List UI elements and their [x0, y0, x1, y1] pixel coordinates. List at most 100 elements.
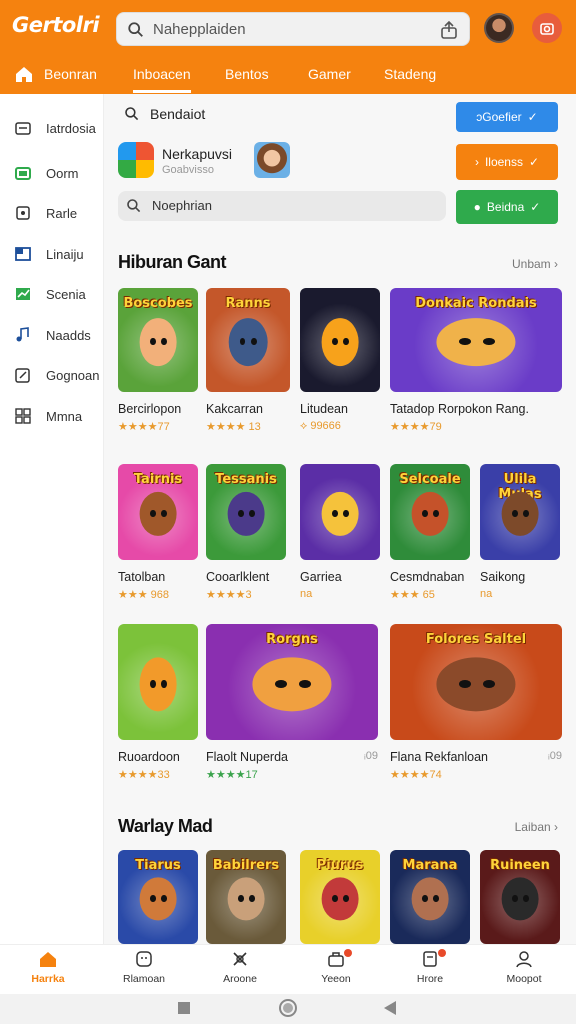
green-action-button[interactable]: ● Beidna ✓ [456, 190, 558, 224]
window-icon [15, 247, 31, 261]
secondary-search-input[interactable]: Noephrian [118, 191, 446, 221]
game-title: Litudean [300, 402, 348, 416]
game-card[interactable]: Donkaic Rondais Tatadop Rorpokon Rang. ★★★… [390, 288, 562, 438]
bottom-nav-hrore[interactable]: Hrore [390, 949, 470, 985]
game-thumbnail[interactable]: Rorgns [206, 624, 378, 740]
sidebar-item-oorm[interactable]: Oorm [14, 161, 104, 185]
game-thumbnail[interactable] [300, 288, 380, 392]
game-thumbnail[interactable]: Folores Saltel [390, 624, 562, 740]
game-title: Tatolban [118, 570, 166, 584]
app-entry[interactable]: Nerkapuvsi Goabvisso [118, 142, 448, 182]
game-character-art [252, 657, 332, 711]
game-character-art [436, 318, 516, 366]
game-card[interactable]: Ranns Kakcarran ★★★★ 13 [206, 288, 290, 438]
search-placeholder: Nahepplaiden [153, 21, 246, 38]
bottom-nav-moopot[interactable]: Moopot [484, 949, 564, 985]
category-nav: Beonran Inboacen Bentos Gamer Stadeng [0, 58, 576, 94]
game-rating: ★★★ 968 [118, 589, 169, 601]
game-thumbnail[interactable]: Piurus [300, 850, 380, 944]
search-bar[interactable]: Nahepplaiden [116, 12, 470, 46]
app-logo[interactable]: Gertolri [12, 13, 100, 37]
game-card[interactable]: Tairnis Tatolban ★★★ 968 [118, 464, 198, 606]
sidebar-item-iatrdosia[interactable]: Iatrdosia [14, 116, 104, 140]
game-thumbnail[interactable]: Babilrers [206, 850, 286, 944]
sidebar-item-label: Scenia [46, 286, 86, 302]
app-subtitle: Goabvisso [162, 164, 214, 176]
game-card[interactable]: Ruoardoon ★★★★33 [118, 624, 198, 786]
game-title: Ruoardoon [118, 750, 180, 764]
game-thumbnail[interactable]: Tessanis [206, 464, 286, 560]
game-thumbnail[interactable]: Selcoale [390, 464, 470, 560]
game-card[interactable]: Rorgns Flaolt Nuperda ★★★★17 ᵢ09 [206, 624, 378, 786]
tab-beonran[interactable]: Beonran [44, 66, 97, 82]
search-placeholder: Noephrian [152, 198, 212, 213]
blue-action-button[interactable]: ɔGoefier ✓ [456, 102, 558, 132]
see-more-link[interactable]: Unbam › [512, 257, 558, 271]
system-navigation-bar [0, 994, 576, 1024]
game-thumbnail[interactable]: Boscobes [118, 288, 198, 392]
character-eye [343, 510, 349, 517]
quick-search-row[interactable]: Bendaiot [124, 106, 205, 122]
character-eye [238, 895, 244, 902]
orange-action-button[interactable]: › Iloenss ✓ [456, 144, 558, 180]
bottom-nav-label: Yeeon [321, 973, 351, 985]
sidebar-item-label: Mmna [46, 408, 83, 424]
game-thumbnail[interactable]: Donkaic Rondais [390, 288, 562, 392]
tab-gamer[interactable]: Gamer [308, 66, 351, 82]
bottom-nav-aroone[interactable]: Aroone [200, 949, 280, 985]
game-thumbnail[interactable]: Ranns [206, 288, 290, 392]
game-character-art [227, 877, 265, 921]
game-thumbnail[interactable] [118, 624, 198, 740]
game-card[interactable]: Boscobes Bercirlopon ★★★★77 [118, 288, 198, 438]
puzzle-icon [16, 206, 30, 220]
game-card[interactable]: Tessanis Cooarlklent ★★★★3 [206, 464, 286, 606]
home-button-icon[interactable] [278, 998, 298, 1018]
sidebar-item-naadds[interactable]: Naadds [14, 323, 104, 347]
game-thumbnail[interactable]: Tiarus [118, 850, 198, 944]
bottom-nav-rlamoan[interactable]: Rlamoan [104, 949, 184, 985]
bottom-nav-label: Rlamoan [122, 973, 166, 985]
main-content: Bendaiot ɔGoefier ✓ › Iloenss ✓ ● Beidna… [104, 94, 576, 944]
game-thumbnail[interactable]: Ruineen [480, 850, 560, 944]
button-label: Iloenss [484, 155, 523, 169]
game-side-count: ᵢ09 [364, 750, 378, 762]
face-icon [136, 951, 152, 967]
recent-apps-icon[interactable] [176, 1000, 192, 1016]
notification-button[interactable] [532, 13, 562, 43]
game-card[interactable]: Garriea na [300, 464, 380, 606]
game-card[interactable]: Selcoale Cesmdnaban ★★★ 65 [390, 464, 470, 606]
game-title: Flaolt Nuperda [206, 750, 288, 764]
game-rating: ★★★ 65 [390, 589, 435, 601]
sidebar-item-scenia[interactable]: Scenia [14, 282, 104, 306]
game-thumbnail[interactable] [300, 464, 380, 560]
game-thumbnail-title: Folores Saltel [425, 632, 527, 647]
sidebar-item-linaiju[interactable]: Linaiju [14, 242, 104, 266]
grid-icon [15, 408, 31, 424]
game-card[interactable]: Litudean ⟡ 99666 [300, 288, 380, 438]
see-more-link[interactable]: Laiban › [515, 820, 558, 834]
game-thumbnail-title: Tessanis [215, 472, 277, 487]
sidebar-item-rarle[interactable]: Rarle [14, 201, 104, 225]
game-thumbnail[interactable]: Marana [390, 850, 470, 944]
game-thumbnail[interactable]: Ulila Mulas [480, 464, 560, 560]
character-eye [161, 510, 167, 517]
game-thumbnail-title: Babilrers [212, 858, 280, 873]
character-eye [512, 895, 518, 902]
character-eye [161, 895, 167, 902]
user-avatar[interactable] [484, 13, 514, 43]
sidebar-item-gognoan[interactable]: Gognoan [14, 363, 104, 387]
bottom-nav-yeeon[interactable]: Yeeon [296, 949, 376, 985]
game-thumbnail[interactable]: Tairnis [118, 464, 198, 560]
avatar[interactable] [254, 142, 290, 178]
home-icon[interactable] [14, 64, 34, 84]
sidebar-item-mmna[interactable]: Mmna [14, 404, 104, 428]
search-icon [127, 199, 141, 213]
tab-inboacen[interactable]: Inboacen [133, 66, 191, 93]
back-icon[interactable] [382, 999, 398, 1017]
share-icon[interactable] [439, 20, 459, 40]
game-card[interactable]: Ulila Mulas Saikong na [480, 464, 560, 606]
tab-bentos[interactable]: Bentos [225, 66, 269, 82]
bottom-nav-home[interactable]: Harrka [8, 949, 88, 985]
game-card[interactable]: Folores Saltel Flana Rekfanloan ★★★★74 ᵢ09 [390, 624, 562, 786]
tab-stadeng[interactable]: Stadeng [384, 66, 436, 82]
